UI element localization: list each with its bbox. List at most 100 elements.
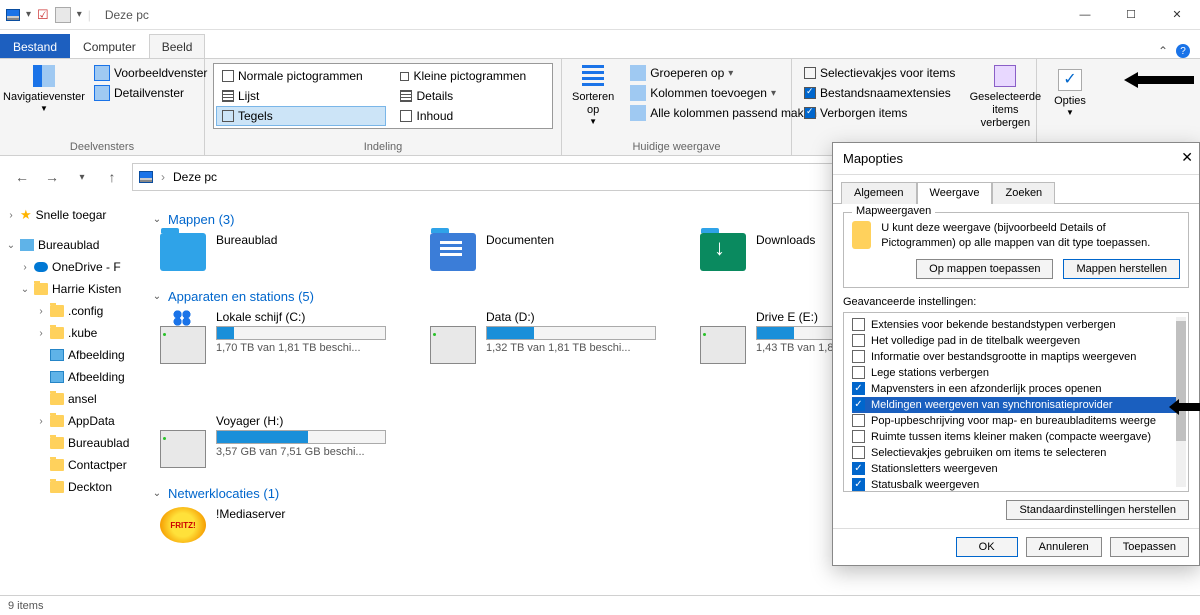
tree-item[interactable]: ›.config <box>2 300 138 322</box>
qat-chevron-icon[interactable]: ▾ <box>26 9 31 20</box>
tree-onedrive[interactable]: ›OneDrive - F <box>2 256 138 278</box>
tab-view[interactable]: Weergave <box>917 182 993 204</box>
breadcrumb-root[interactable]: Deze pc <box>173 170 217 184</box>
qat-new-folder-icon[interactable] <box>55 7 71 23</box>
adv-setting[interactable]: Selectievakjes gebruiken om items te sel… <box>852 445 1182 461</box>
checkbox-icon[interactable] <box>852 414 865 427</box>
layout-list[interactable]: Lijst <box>216 86 386 106</box>
options-button[interactable]: ✓ Opties ▼ <box>1045 63 1095 118</box>
tree-desktop[interactable]: ⌄Bureaublad <box>2 234 138 256</box>
qat-chevron2-icon[interactable]: ▾ <box>77 9 82 20</box>
checkbox-icon[interactable]: ✓ <box>852 398 865 411</box>
back-button[interactable]: ← <box>12 169 32 185</box>
maximize-button[interactable]: ☐ <box>1108 0 1154 30</box>
checkbox-icon[interactable] <box>852 366 865 379</box>
apply-button[interactable]: Toepassen <box>1110 537 1189 557</box>
cloud-icon <box>34 262 48 272</box>
detail-pane-button[interactable]: Detailvenster <box>90 83 211 103</box>
adv-setting[interactable]: ✓Mapvensters in een afzonderlijk proces … <box>852 381 1182 397</box>
adv-setting[interactable]: Informatie over bestandsgrootte in mapti… <box>852 349 1182 365</box>
tab-search[interactable]: Zoeken <box>992 182 1055 204</box>
forward-button[interactable]: → <box>42 169 62 185</box>
preview-pane-button[interactable]: Voorbeeldvenster <box>90 63 211 83</box>
history-button[interactable]: ▾ <box>72 172 92 183</box>
tile-bureaublad[interactable]: Bureaublad <box>160 233 390 271</box>
reset-folders-button[interactable]: Mappen herstellen <box>1063 259 1180 279</box>
tile-mediaserver[interactable]: FRITZ!!Mediaserver <box>160 507 390 543</box>
checkbox-icon[interactable] <box>852 446 865 459</box>
up-button[interactable]: ↑ <box>102 169 122 185</box>
ok-button[interactable]: OK <box>956 537 1018 557</box>
layout-gallery[interactable]: Normale pictogrammen Kleine pictogrammen… <box>213 63 553 129</box>
folder-icon <box>50 459 64 471</box>
ribbon-collapse-icon[interactable]: ⌃ <box>1158 44 1168 58</box>
folder-icon <box>50 481 64 493</box>
sort-button[interactable]: Sorteren op▼ <box>570 63 616 129</box>
checkbox-icon[interactable] <box>852 334 865 347</box>
tile-drive[interactable]: Lokale schijf (C:)1,70 TB van 1,81 TB be… <box>160 310 390 364</box>
adv-setting[interactable]: ✓Stationsletters weergeven <box>852 461 1182 477</box>
show-hidden[interactable]: Verborgen items <box>800 103 959 123</box>
adv-setting[interactable]: Lege stations verbergen <box>852 365 1182 381</box>
qat-properties-icon[interactable]: ☑ <box>37 7 49 23</box>
tab-general[interactable]: Algemeen <box>841 182 917 204</box>
tree-item[interactable]: Contactper <box>2 454 138 476</box>
cancel-button[interactable]: Annuleren <box>1026 537 1102 557</box>
nav-pane-button[interactable]: Navigatievenster▼ <box>8 63 80 116</box>
tree-user[interactable]: ⌄Harrie Kisten <box>2 278 138 300</box>
sizecols-icon <box>630 105 646 121</box>
tree-item[interactable]: Deckton <box>2 476 138 498</box>
checkbox-icon[interactable]: ✓ <box>852 382 865 395</box>
dialog-close-button[interactable]: ✕ <box>1181 149 1193 166</box>
hide-selected-button[interactable]: Geselecteerde items verbergen <box>969 63 1041 133</box>
tree-quick-access[interactable]: ›★Snelle toegar <box>2 204 138 226</box>
adv-setting[interactable]: Extensies voor bekende bestandstypen ver… <box>852 317 1182 333</box>
menu-computer[interactable]: Computer <box>70 34 149 58</box>
layout-details[interactable]: Details <box>394 86 550 106</box>
dialog-title-bar[interactable]: Mapopties ✕ <box>833 143 1199 175</box>
checkbox-icon[interactable] <box>852 318 865 331</box>
show-extensions[interactable]: Bestandsnaamextensies <box>800 83 959 103</box>
options-icon: ✓ <box>1058 69 1082 91</box>
help-icon[interactable]: ? <box>1176 44 1190 58</box>
layout-tiles[interactable]: Tegels <box>216 106 386 126</box>
show-checkboxes[interactable]: Selectievakjes voor items <box>800 63 959 83</box>
folder-icon <box>50 415 64 427</box>
checkbox-icon[interactable] <box>852 350 865 363</box>
tile-documenten[interactable]: Documenten <box>430 233 660 271</box>
pc-icon <box>6 9 20 21</box>
minimize-button[interactable]: — <box>1062 0 1108 30</box>
documents-icon <box>430 233 476 271</box>
checkbox-icon[interactable]: ✓ <box>852 478 865 491</box>
nav-tree[interactable]: ›★Snelle toegar ⌄Bureaublad ›OneDrive - … <box>0 198 140 596</box>
layout-normal[interactable]: Normale pictogrammen <box>216 66 386 86</box>
tile-drive[interactable]: Data (D:)1,32 TB van 1,81 TB beschi... <box>430 310 660 364</box>
advanced-label: Geavanceerde instellingen: <box>843 296 1189 308</box>
tree-item[interactable]: Afbeelding <box>2 366 138 388</box>
tree-item[interactable]: ansel <box>2 388 138 410</box>
checkbox-icon[interactable] <box>852 430 865 443</box>
desktop-icon <box>20 239 34 251</box>
tree-item[interactable]: Afbeelding <box>2 344 138 366</box>
tree-item[interactable]: ›.kube <box>2 322 138 344</box>
adv-setting[interactable]: Ruimte tussen items kleiner maken (compa… <box>852 429 1182 445</box>
tree-item[interactable]: ›AppData <box>2 410 138 432</box>
adv-setting[interactable]: ✓Statusbalk weergeven <box>852 477 1182 492</box>
drive-icon <box>160 430 206 468</box>
checkbox-icon[interactable]: ✓ <box>852 462 865 475</box>
layout-content[interactable]: Inhoud <box>394 106 550 126</box>
apply-to-folders-button[interactable]: Op mappen toepassen <box>916 259 1053 279</box>
adv-setting[interactable]: ✓Meldingen weergeven van synchronisatiep… <box>852 397 1182 413</box>
fritz-icon: FRITZ! <box>160 507 206 543</box>
tree-item[interactable]: Bureaublad <box>2 432 138 454</box>
close-button[interactable]: ✕ <box>1154 0 1200 30</box>
folder-icon <box>50 437 64 449</box>
menu-file[interactable]: Bestand <box>0 34 70 58</box>
adv-setting[interactable]: Het volledige pad in de titelbalk weerge… <box>852 333 1182 349</box>
layout-small[interactable]: Kleine pictogrammen <box>394 66 550 86</box>
advanced-settings-list[interactable]: Extensies voor bekende bestandstypen ver… <box>843 312 1189 492</box>
folder-icon <box>852 221 871 249</box>
menu-view[interactable]: Beeld <box>149 34 206 58</box>
restore-defaults-button[interactable]: Standaardinstellingen herstellen <box>1006 500 1189 520</box>
adv-setting[interactable]: Pop-upbeschrijving voor map- en bureaubl… <box>852 413 1182 429</box>
